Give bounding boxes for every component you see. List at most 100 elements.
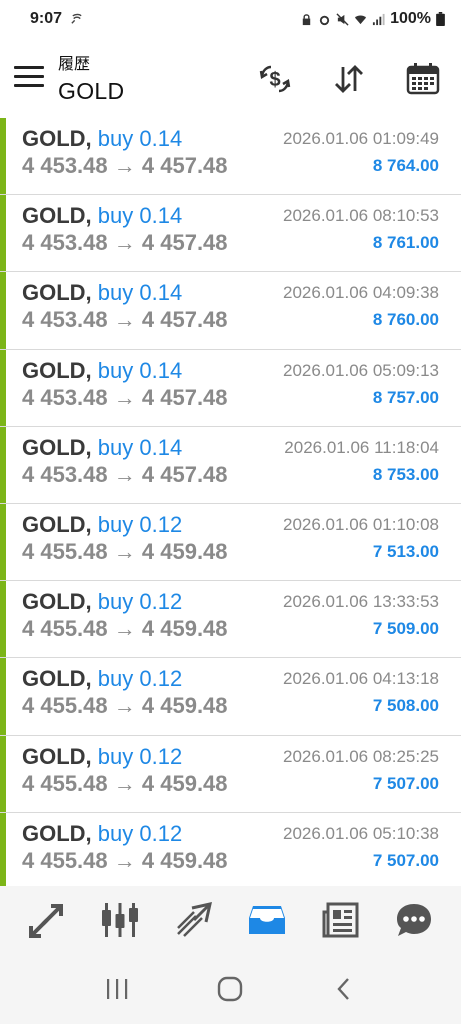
wifi-call-icon bbox=[71, 13, 82, 24]
currency-exchange-icon[interactable]: $ bbox=[256, 60, 294, 98]
symbol-label: GOLD, bbox=[22, 589, 92, 615]
trade-row[interactable]: GOLD, buy 0.12 4 455.48 → 4 459.48 2026.01… bbox=[0, 812, 461, 886]
open-price: 4 455.48 bbox=[22, 616, 108, 642]
quotes-icon[interactable] bbox=[25, 898, 69, 942]
wifi-icon bbox=[355, 15, 367, 24]
arrow-icon: → bbox=[113, 538, 136, 564]
status-bar: 9:07 100% bbox=[0, 0, 461, 38]
close-price: 4 459.48 bbox=[141, 770, 228, 796]
arrow-icon: → bbox=[113, 153, 136, 178]
close-price: 4 457.48 bbox=[141, 307, 228, 333]
trade-profit: 8 753.00 bbox=[372, 464, 439, 484]
symbol-label: GOLD, bbox=[22, 743, 92, 769]
trade-icon[interactable] bbox=[172, 898, 216, 942]
trade-profit: 7 508.00 bbox=[372, 696, 439, 716]
chart-icon[interactable] bbox=[98, 898, 142, 942]
history-icon[interactable] bbox=[245, 898, 289, 942]
sort-icon[interactable] bbox=[330, 60, 368, 98]
trade-time: 2026.01.06 08:10:53 bbox=[283, 206, 439, 226]
symbol-label: GOLD, bbox=[22, 280, 92, 306]
trade-row[interactable]: GOLD, buy 0.14 4 453.48 → 4 457.48 2026.01… bbox=[0, 195, 461, 273]
trade-profit: 8 757.00 bbox=[372, 387, 439, 407]
trade-profit: 7 507.00 bbox=[372, 773, 439, 793]
trade-symbol: GOLD, buy 0.14 bbox=[22, 203, 182, 229]
trade-prices: 4 455.48 → 4 459.48 bbox=[22, 539, 228, 565]
symbol-label: GOLD, bbox=[22, 203, 92, 229]
open-price: 4 453.48 bbox=[22, 461, 108, 487]
trade-time: 2026.01.06 01:10:08 bbox=[283, 514, 439, 534]
home-icon[interactable] bbox=[208, 967, 252, 1011]
system-nav-bar bbox=[0, 954, 461, 1024]
arrow-icon: → bbox=[113, 693, 136, 719]
trade-profit: 7 507.00 bbox=[372, 850, 439, 870]
trade-row[interactable]: GOLD, buy 0.12 4 455.48 → 4 459.48 2026.01… bbox=[0, 658, 461, 736]
symbol-label: GOLD, bbox=[22, 820, 92, 846]
trade-row[interactable]: GOLD, buy 0.12 4 455.48 → 4 459.48 2026.01… bbox=[0, 503, 461, 582]
trade-symbol: GOLD, buy 0.14 bbox=[22, 358, 182, 384]
open-price: 4 453.48 bbox=[22, 153, 108, 178]
trade-row[interactable]: GOLD, buy 0.12 4 455.48 → 4 459.48 2026.01… bbox=[0, 735, 461, 813]
battery-icon bbox=[436, 12, 445, 26]
symbol-label: GOLD, bbox=[22, 357, 92, 383]
close-price: 4 457.48 bbox=[141, 461, 228, 487]
close-price: 4 457.48 bbox=[141, 384, 228, 410]
trade-symbol: GOLD, buy 0.12 bbox=[22, 821, 182, 847]
trade-time: 2026.01.06 04:13:18 bbox=[283, 669, 439, 689]
page-title: GOLD bbox=[58, 78, 125, 104]
trade-type: buy 0.14 bbox=[97, 357, 183, 383]
bottom-tab-bar bbox=[0, 886, 461, 954]
trade-row[interactable]: GOLD, buy 0.14 4 453.48 → 4 457.48 2026.01… bbox=[0, 426, 461, 504]
close-price: 4 457.48 bbox=[141, 230, 228, 256]
mute-icon bbox=[336, 12, 349, 26]
messages-icon[interactable] bbox=[392, 898, 436, 942]
trade-prices: 4 453.48 → 4 457.48 bbox=[22, 385, 228, 411]
trade-profit: 7 513.00 bbox=[372, 541, 439, 561]
open-price: 4 453.48 bbox=[22, 307, 108, 333]
status-right: 100% bbox=[300, 10, 445, 28]
trade-row[interactable]: GOLD, buy 0.12 4 455.48 → 4 459.48 2026.01… bbox=[0, 581, 461, 659]
trade-type: buy 0.14 bbox=[97, 280, 183, 306]
hamburger-menu-button[interactable] bbox=[14, 66, 44, 90]
arrow-icon: → bbox=[113, 384, 136, 410]
trade-prices: 4 453.48 → 4 457.48 bbox=[22, 307, 228, 333]
symbol-label: GOLD, bbox=[22, 511, 92, 537]
signal-icon bbox=[373, 13, 385, 25]
trade-prices: 4 455.48 → 4 459.48 bbox=[22, 693, 228, 719]
trade-time: 2026.01.06 01:09:49 bbox=[283, 129, 439, 148]
status-time: 9:07 bbox=[30, 10, 63, 27]
open-price: 4 455.48 bbox=[22, 538, 108, 564]
trade-type: buy 0.12 bbox=[97, 820, 183, 846]
trade-symbol: GOLD, buy 0.14 bbox=[22, 435, 182, 461]
trade-row[interactable]: GOLD, buy 0.14 4 453.48 → 4 457.48 2026.01… bbox=[0, 349, 461, 427]
close-price: 4 459.48 bbox=[141, 693, 228, 719]
trade-profit: 8 761.00 bbox=[372, 233, 439, 253]
trade-prices: 4 455.48 → 4 459.48 bbox=[22, 771, 228, 797]
close-price: 4 457.48 bbox=[141, 153, 228, 178]
svg-text:$: $ bbox=[269, 69, 280, 91]
trade-history-list[interactable]: GOLD, buy 0.14 4 453.48 → 4 457.48 2026.01… bbox=[0, 118, 461, 886]
page-subtitle: 履歴 bbox=[58, 54, 91, 73]
menu-line bbox=[14, 66, 44, 69]
recent-apps-icon[interactable] bbox=[95, 967, 139, 1011]
trade-time: 2026.01.06 11:18:04 bbox=[284, 437, 439, 457]
news-icon[interactable] bbox=[319, 898, 363, 942]
trade-row[interactable]: GOLD, buy 0.14 4 453.48 → 4 457.48 2026.01… bbox=[0, 118, 461, 196]
open-price: 4 453.48 bbox=[22, 384, 108, 410]
open-price: 4 453.48 bbox=[22, 230, 108, 256]
trade-symbol: GOLD, buy 0.12 bbox=[22, 512, 182, 538]
calendar-icon[interactable] bbox=[404, 60, 442, 98]
trade-symbol: GOLD, buy 0.12 bbox=[22, 666, 182, 692]
trade-time: 2026.01.06 08:25:25 bbox=[283, 746, 439, 766]
trade-symbol: GOLD, buy 0.14 bbox=[22, 280, 182, 306]
trade-row[interactable]: GOLD, buy 0.14 4 453.48 → 4 457.48 2026.01… bbox=[0, 272, 461, 350]
arrow-icon: → bbox=[113, 461, 136, 487]
battery-percent: 100% bbox=[390, 10, 431, 27]
trade-type: buy 0.14 bbox=[97, 126, 183, 151]
trade-prices: 4 453.48 → 4 457.48 bbox=[22, 230, 228, 256]
back-icon[interactable] bbox=[322, 967, 366, 1011]
close-price: 4 459.48 bbox=[141, 616, 228, 642]
arrow-icon: → bbox=[113, 616, 136, 642]
app-header: 履歴 GOLD $ bbox=[0, 38, 461, 118]
trade-profit: 7 509.00 bbox=[372, 619, 439, 639]
trade-prices: 4 455.48 → 4 459.48 bbox=[22, 616, 228, 642]
